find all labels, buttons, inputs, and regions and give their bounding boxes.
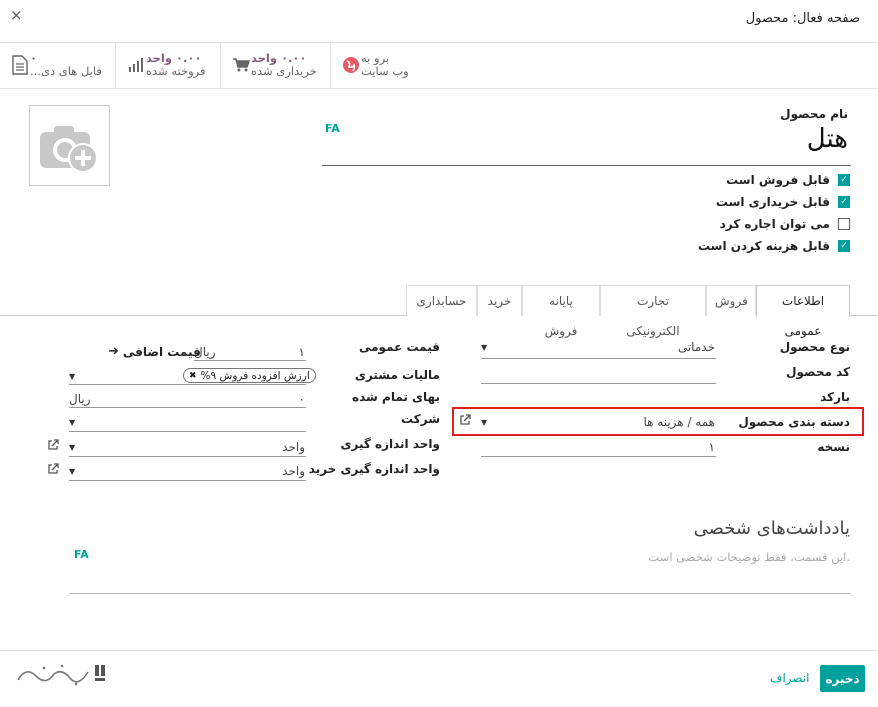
tax-tag[interactable]: ارزش افزوده فروش ۹% ✖ <box>183 368 316 383</box>
category-label: دسته بندی محصول <box>738 415 850 429</box>
product-name-underline <box>322 165 851 166</box>
version-label: نسخه <box>817 440 850 454</box>
company-underline <box>69 431 306 432</box>
checkbox-label: قابل فروش است <box>726 173 830 187</box>
tax-tag-label: ارزش افزوده فروش ۹% <box>200 369 310 382</box>
chevron-down-icon[interactable]: ▼ <box>69 443 75 452</box>
chevron-down-icon[interactable]: ▼ <box>69 467 75 476</box>
documents-label: فایل های دی... <box>30 64 102 78</box>
smart-divider <box>330 42 331 88</box>
smart-divider <box>115 42 116 88</box>
modal-title: صفحه فعال: محصول <box>745 11 860 26</box>
product-type-label: نوع محصول <box>779 340 850 354</box>
tab-accounting[interactable]: حسابداری <box>406 285 477 316</box>
sales-price-underline <box>194 360 306 361</box>
tab-ecommerce[interactable]: تجارت الکترونیکی <box>600 285 706 338</box>
external-link-icon[interactable] <box>459 414 471 429</box>
product-type-underline <box>481 358 716 359</box>
tab-purchase[interactable]: خرید <box>477 285 522 316</box>
chevron-down-icon[interactable]: ▼ <box>481 343 487 352</box>
barcode-label: بارکد <box>820 390 850 404</box>
extra-prices-button[interactable]: ➜ قیمت اضافی <box>108 344 201 359</box>
version-input[interactable]: ۱ <box>709 440 715 454</box>
brand-logo <box>14 656 114 694</box>
chevron-down-icon[interactable]: ▼ <box>69 372 75 381</box>
external-link-icon[interactable] <box>47 463 59 478</box>
product-name-label: نام محصول <box>780 107 848 121</box>
tab-pos[interactable]: پایانه فروش <box>522 285 600 338</box>
tab-general-info[interactable]: اطلاعات عمومی <box>756 285 850 338</box>
product-type-value[interactable]: خدماتی <box>678 340 715 354</box>
footer-divider <box>0 650 878 651</box>
version-underline <box>481 456 716 457</box>
website-line2: وب سایت <box>361 64 409 78</box>
document-icon <box>10 55 30 75</box>
bar-chart-icon <box>126 55 146 75</box>
uom-underline <box>69 456 306 457</box>
globe-icon <box>341 55 361 75</box>
camera-plus-icon <box>40 126 98 173</box>
smart-divider <box>220 42 221 88</box>
company-label: شرکت <box>401 412 440 426</box>
notes-underline <box>69 593 851 594</box>
cost-underline <box>69 407 306 408</box>
sold-smart-button[interactable]: ۰.۰۰ واحد فروخته شده <box>120 42 215 88</box>
product-image[interactable] <box>29 105 110 186</box>
notes-input[interactable]: این قسمت، فقط توضیحات شخصی است. <box>648 550 850 564</box>
customer-taxes-label: مالیات مشتری <box>354 368 440 382</box>
cost-value[interactable]: ۰ <box>299 392 305 406</box>
product-name-input[interactable]: هتل <box>807 124 848 154</box>
uom-label: واحد اندازه گیری <box>340 437 440 451</box>
chevron-down-icon[interactable]: ▼ <box>69 418 75 427</box>
website-smart-button[interactable]: برو به وب سایت <box>335 42 435 88</box>
customer-taxes-underline <box>69 384 306 385</box>
chevron-down-icon[interactable]: ▼ <box>481 418 487 427</box>
cost-currency: ریال <box>69 392 91 406</box>
remove-tag-icon[interactable]: ✖ <box>189 371 197 381</box>
arrow-icon: ➜ <box>108 344 119 359</box>
cost-label: بهای تمام شده <box>352 390 440 404</box>
checkbox-unchecked-icon[interactable] <box>838 218 850 230</box>
checkbox-purchase-ok[interactable]: ✓ قابل خریداری است <box>716 195 850 209</box>
external-link-icon[interactable] <box>47 439 59 454</box>
notes-title: یادداشت‌های شخصی <box>693 518 850 539</box>
discard-button[interactable]: انصراف <box>770 671 809 685</box>
smart-bar-divider <box>0 88 878 89</box>
save-button[interactable]: ذخیره <box>820 665 865 692</box>
documents-smart-button[interactable]: ۰ فایل های دی... <box>4 42 106 88</box>
sold-label: فروخته شده <box>146 64 206 78</box>
sales-price-label: قیمت عمومی <box>358 340 440 354</box>
checkbox-checked-icon[interactable]: ✓ <box>838 174 850 186</box>
internal-ref-underline <box>481 383 716 384</box>
checkbox-sale-ok[interactable]: ✓ قابل فروش است <box>726 173 850 187</box>
internal-ref-label: کد محصول <box>786 365 850 379</box>
category-value[interactable]: همه / هزینه ها <box>643 415 715 429</box>
close-icon[interactable]: × <box>10 6 23 24</box>
purchased-smart-button[interactable]: ۰.۰۰ واحد خریداری شده <box>225 42 325 88</box>
checkbox-checked-icon[interactable]: ✓ <box>838 196 850 208</box>
checkbox-checked-icon[interactable]: ✓ <box>838 240 850 252</box>
sales-price-value[interactable]: ۱ <box>299 345 305 359</box>
checkbox-label: می توان اجاره کرد <box>719 217 830 231</box>
checkbox-rent-ok[interactable]: می توان اجاره کرد <box>720 217 850 231</box>
purchase-uom-underline <box>69 480 306 481</box>
cart-icon <box>231 55 251 75</box>
checkbox-can-be-expensed[interactable]: ✓ قابل هزینه کردن است <box>698 239 850 253</box>
purchase-uom-label: واحد اندازه گیری خرید <box>308 462 440 476</box>
extra-prices-label: قیمت اضافی <box>122 344 201 359</box>
purchase-uom-value[interactable]: واحد <box>282 464 305 478</box>
translate-button[interactable]: FA <box>74 548 89 561</box>
checkbox-label: قابل هزینه کردن است <box>697 239 830 253</box>
purchased-label: خریداری شده <box>251 64 317 78</box>
uom-value[interactable]: واحد <box>282 440 305 454</box>
translate-button[interactable]: FA <box>325 122 340 135</box>
checkbox-label: قابل خریداری است <box>715 195 830 209</box>
tab-sales[interactable]: فروش <box>706 285 756 316</box>
